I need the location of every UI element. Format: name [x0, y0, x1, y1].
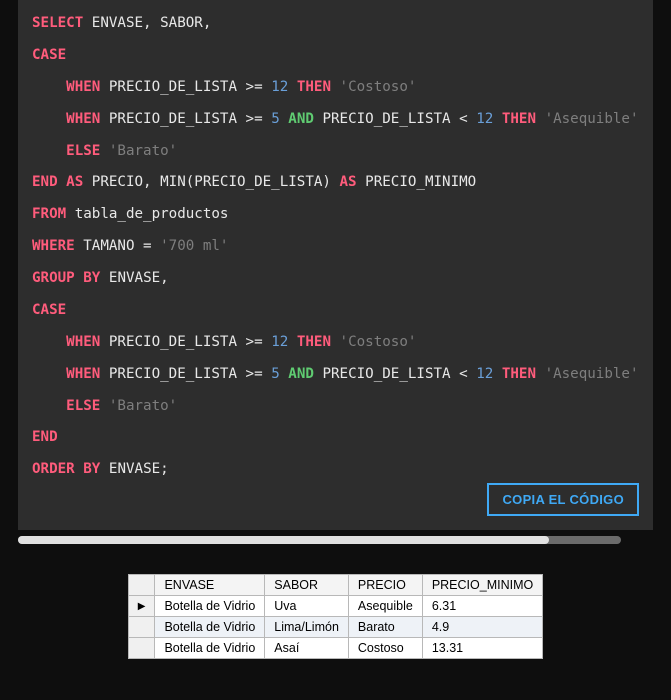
col-header: ENVASE	[155, 575, 265, 596]
table-row[interactable]: Botella de Vidrio Lima/Limón Barato 4.9	[128, 617, 542, 638]
cell: Botella de Vidrio	[155, 596, 265, 617]
code-line: WHEN PRECIO_DE_LISTA >= 5 AND PRECIO_DE_…	[32, 110, 639, 130]
row-selector[interactable]: ▶	[128, 596, 155, 617]
row-selector-header	[128, 575, 155, 596]
code-line: SELECT ENVASE, SABOR,	[32, 14, 639, 34]
result-table: ENVASE SABOR PRECIO PRECIO_MINIMO ▶ Bote…	[128, 574, 543, 659]
table-row[interactable]: Botella de Vidrio Asaí Costoso 13.31	[128, 638, 542, 659]
col-header: PRECIO_MINIMO	[422, 575, 542, 596]
col-header: PRECIO	[348, 575, 422, 596]
result-panel: ENVASE SABOR PRECIO PRECIO_MINIMO ▶ Bote…	[0, 574, 671, 659]
cell: Asaí	[265, 638, 349, 659]
table-row[interactable]: ▶ Botella de Vidrio Uva Asequible 6.31	[128, 596, 542, 617]
cell: 6.31	[422, 596, 542, 617]
code-line: WHEN PRECIO_DE_LISTA >= 12 THEN 'Costoso…	[32, 333, 639, 353]
code-line: FROM tabla_de_productos	[32, 205, 639, 225]
code-line: WHEN PRECIO_DE_LISTA >= 12 THEN 'Costoso…	[32, 78, 639, 98]
code-line: GROUP BY ENVASE,	[32, 269, 639, 289]
cell: 4.9	[422, 617, 542, 638]
code-line: CASE	[32, 46, 639, 66]
copy-code-button[interactable]: COPIA EL CÓDIGO	[487, 483, 639, 516]
table-header-row: ENVASE SABOR PRECIO PRECIO_MINIMO	[128, 575, 542, 596]
code-block: SELECT ENVASE, SABOR, CASE WHEN PRECIO_D…	[18, 0, 653, 530]
col-header: SABOR	[265, 575, 349, 596]
cell: Asequible	[348, 596, 422, 617]
cell: Botella de Vidrio	[155, 638, 265, 659]
cell: 13.31	[422, 638, 542, 659]
code-line: ORDER BY ENVASE;	[32, 460, 639, 480]
cell: Barato	[348, 617, 422, 638]
code-line: END	[32, 428, 639, 448]
code-line: ELSE 'Barato'	[32, 397, 639, 417]
horizontal-scrollbar[interactable]	[18, 536, 621, 544]
code-line: WHERE TAMANO = '700 ml'	[32, 237, 639, 257]
scrollbar-thumb[interactable]	[18, 536, 549, 544]
cell: Uva	[265, 596, 349, 617]
cell: Botella de Vidrio	[155, 617, 265, 638]
code-line: WHEN PRECIO_DE_LISTA >= 5 AND PRECIO_DE_…	[32, 365, 639, 385]
cell: Costoso	[348, 638, 422, 659]
code-line: END AS PRECIO, MIN(PRECIO_DE_LISTA) AS P…	[32, 173, 639, 193]
row-selector[interactable]	[128, 638, 155, 659]
row-selector[interactable]	[128, 617, 155, 638]
cell: Lima/Limón	[265, 617, 349, 638]
code-line: CASE	[32, 301, 639, 321]
code-line: ELSE 'Barato'	[32, 142, 639, 162]
